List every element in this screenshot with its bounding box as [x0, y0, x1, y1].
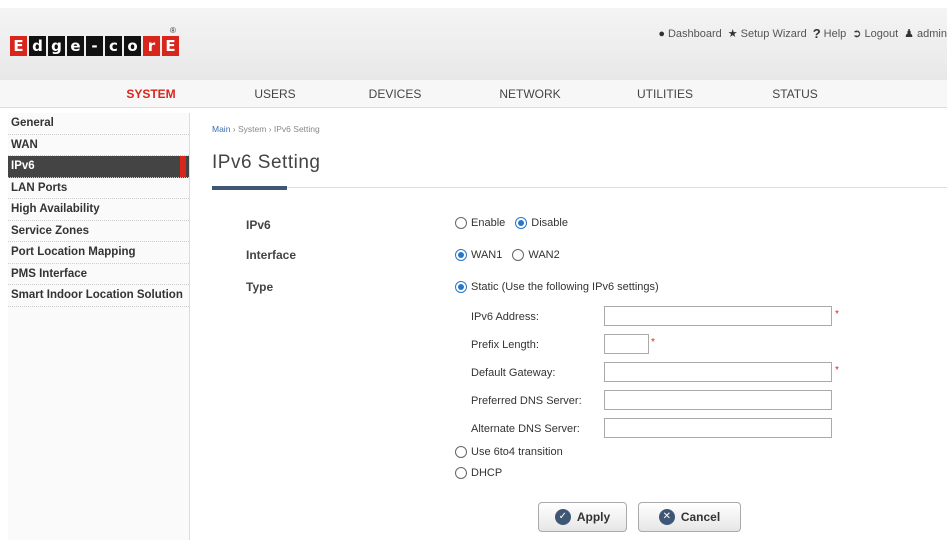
- star-icon: ★: [727, 28, 738, 40]
- alternate-dns-input[interactable]: [604, 418, 832, 438]
- breadcrumb: Main › System › IPv6 Setting: [212, 124, 320, 134]
- edgecore-logo[interactable]: E d g e - c o r E: [10, 36, 179, 56]
- check-icon: ✓: [554, 509, 571, 525]
- type-dhcp-label: DHCP: [471, 467, 503, 479]
- sidebar-item-general[interactable]: General: [8, 113, 189, 135]
- prefix-length-input[interactable]: [604, 334, 649, 354]
- dashboard-link[interactable]: ● Dashboard: [658, 28, 721, 40]
- sidebar-item-high-availability[interactable]: High Availability: [8, 199, 189, 221]
- type-static-option: Static (Use the following IPv6 settings): [455, 281, 659, 293]
- required-mark: *: [651, 337, 655, 348]
- user-label: admin: [917, 27, 947, 40]
- type-static-radio[interactable]: [455, 281, 467, 293]
- breadcrumb-system[interactable]: System: [238, 124, 266, 134]
- help-label: Help: [823, 27, 847, 40]
- logo-letter: e: [67, 36, 84, 56]
- wan1-label: WAN1: [471, 249, 503, 261]
- logout-link[interactable]: ➲ Logout: [852, 27, 899, 41]
- required-mark: *: [835, 309, 839, 320]
- cancel-label: Cancel: [680, 510, 721, 524]
- user-link[interactable]: ♟ admin: [904, 27, 947, 41]
- wan1-radio[interactable]: [455, 249, 467, 261]
- ipv6-radio-group: Enable Disable: [455, 217, 568, 229]
- logo-letter: E: [162, 36, 179, 56]
- nav-users[interactable]: USERS: [240, 80, 310, 108]
- logout-label: Logout: [864, 27, 899, 40]
- type-6to4-label: Use 6to4 transition: [471, 446, 563, 458]
- sidebar-item-ipv6[interactable]: IPv6: [8, 156, 189, 178]
- setup-wizard-link[interactable]: ★ Setup Wizard: [727, 27, 807, 41]
- type-6to4-radio[interactable]: [455, 446, 467, 458]
- wan2-radio[interactable]: [512, 249, 525, 261]
- logout-icon: ➲: [852, 28, 862, 40]
- ipv6-enable-radio[interactable]: [455, 217, 467, 229]
- top-links: ● Dashboard ★ Setup Wizard ? Help ➲ Logo…: [658, 26, 947, 41]
- dashboard-label: Dashboard: [667, 27, 722, 40]
- sidebar-item-smart-indoor-location[interactable]: Smart Indoor Location Solution: [8, 285, 189, 307]
- ipv6-enable-label: Enable: [471, 217, 506, 229]
- dashboard-icon: ●: [658, 27, 665, 40]
- logo-letter: g: [48, 36, 65, 56]
- setup-wizard-label: Setup Wizard: [740, 27, 807, 40]
- title-accent-bar: [212, 186, 287, 190]
- breadcrumb-main[interactable]: Main: [212, 124, 230, 134]
- logo-letter: o: [124, 36, 141, 56]
- logo-letter: -: [86, 36, 103, 56]
- nav-utilities[interactable]: UTILITIES: [625, 80, 705, 108]
- close-icon: ✕: [658, 509, 675, 525]
- logo-letter: d: [29, 36, 46, 56]
- apply-label: Apply: [576, 510, 611, 524]
- type-dhcp-radio[interactable]: [455, 467, 467, 479]
- sidebar-item-wan[interactable]: WAN: [8, 135, 189, 156]
- sidebar-item-port-location-mapping[interactable]: Port Location Mapping: [8, 242, 189, 264]
- default-gateway-input[interactable]: [604, 362, 832, 382]
- help-link[interactable]: ? Help: [813, 26, 847, 41]
- type-static-label: Static (Use the following IPv6 settings): [471, 281, 659, 293]
- ipv6-disable-radio[interactable]: [515, 217, 528, 229]
- logo-letter: E: [10, 36, 27, 56]
- ipv6-disable-label: Disable: [531, 217, 568, 229]
- title-divider: [212, 187, 947, 188]
- cancel-button[interactable]: ✕ Cancel: [638, 502, 741, 532]
- type-label: Type: [246, 280, 274, 294]
- preferred-dns-input[interactable]: [604, 390, 832, 410]
- ipv6-address-label: IPv6 Address:: [471, 311, 539, 323]
- question-icon: ?: [812, 26, 821, 41]
- page-title: IPv6 Setting: [212, 152, 321, 173]
- registered-mark: ®: [170, 26, 176, 35]
- apply-button[interactable]: ✓ Apply: [538, 502, 627, 532]
- wan2-label: WAN2: [528, 249, 560, 261]
- logo-letter: c: [105, 36, 122, 56]
- interface-label: Interface: [246, 248, 297, 262]
- nav-system[interactable]: SYSTEM: [110, 80, 192, 108]
- interface-radio-group: WAN1 WAN2: [455, 249, 560, 261]
- preferred-dns-label: Preferred DNS Server:: [471, 395, 582, 407]
- sidebar: General WAN IPv6 LAN Ports High Availabi…: [8, 113, 190, 540]
- breadcrumb-separator: ›: [266, 124, 274, 134]
- ipv6-label: IPv6: [246, 218, 271, 232]
- logo-letter: r: [143, 36, 160, 56]
- alternate-dns-label: Alternate DNS Server:: [471, 423, 580, 435]
- nav-network[interactable]: NETWORK: [490, 80, 570, 108]
- breadcrumb-current: IPv6 Setting: [273, 124, 320, 134]
- default-gateway-label: Default Gateway:: [471, 367, 556, 379]
- required-mark: *: [835, 365, 839, 376]
- main-nav: SYSTEM USERS DEVICES NETWORK UTILITIES S…: [0, 80, 947, 108]
- nav-status[interactable]: STATUS: [755, 80, 835, 108]
- prefix-length-label: Prefix Length:: [471, 339, 539, 351]
- nav-devices[interactable]: DEVICES: [360, 80, 430, 108]
- sidebar-item-pms-interface[interactable]: PMS Interface: [8, 264, 189, 285]
- type-6to4-option: Use 6to4 transition: [455, 446, 563, 458]
- sidebar-item-lan-ports[interactable]: LAN Ports: [8, 178, 189, 199]
- breadcrumb-separator: ›: [230, 124, 238, 134]
- type-dhcp-option: DHCP: [455, 467, 502, 479]
- ipv6-address-input[interactable]: [604, 306, 832, 326]
- user-icon: ♟: [904, 28, 915, 40]
- sidebar-item-service-zones[interactable]: Service Zones: [8, 221, 189, 242]
- header: E d g e - c o r E ® ● Dashboard ★ Setup …: [0, 0, 947, 80]
